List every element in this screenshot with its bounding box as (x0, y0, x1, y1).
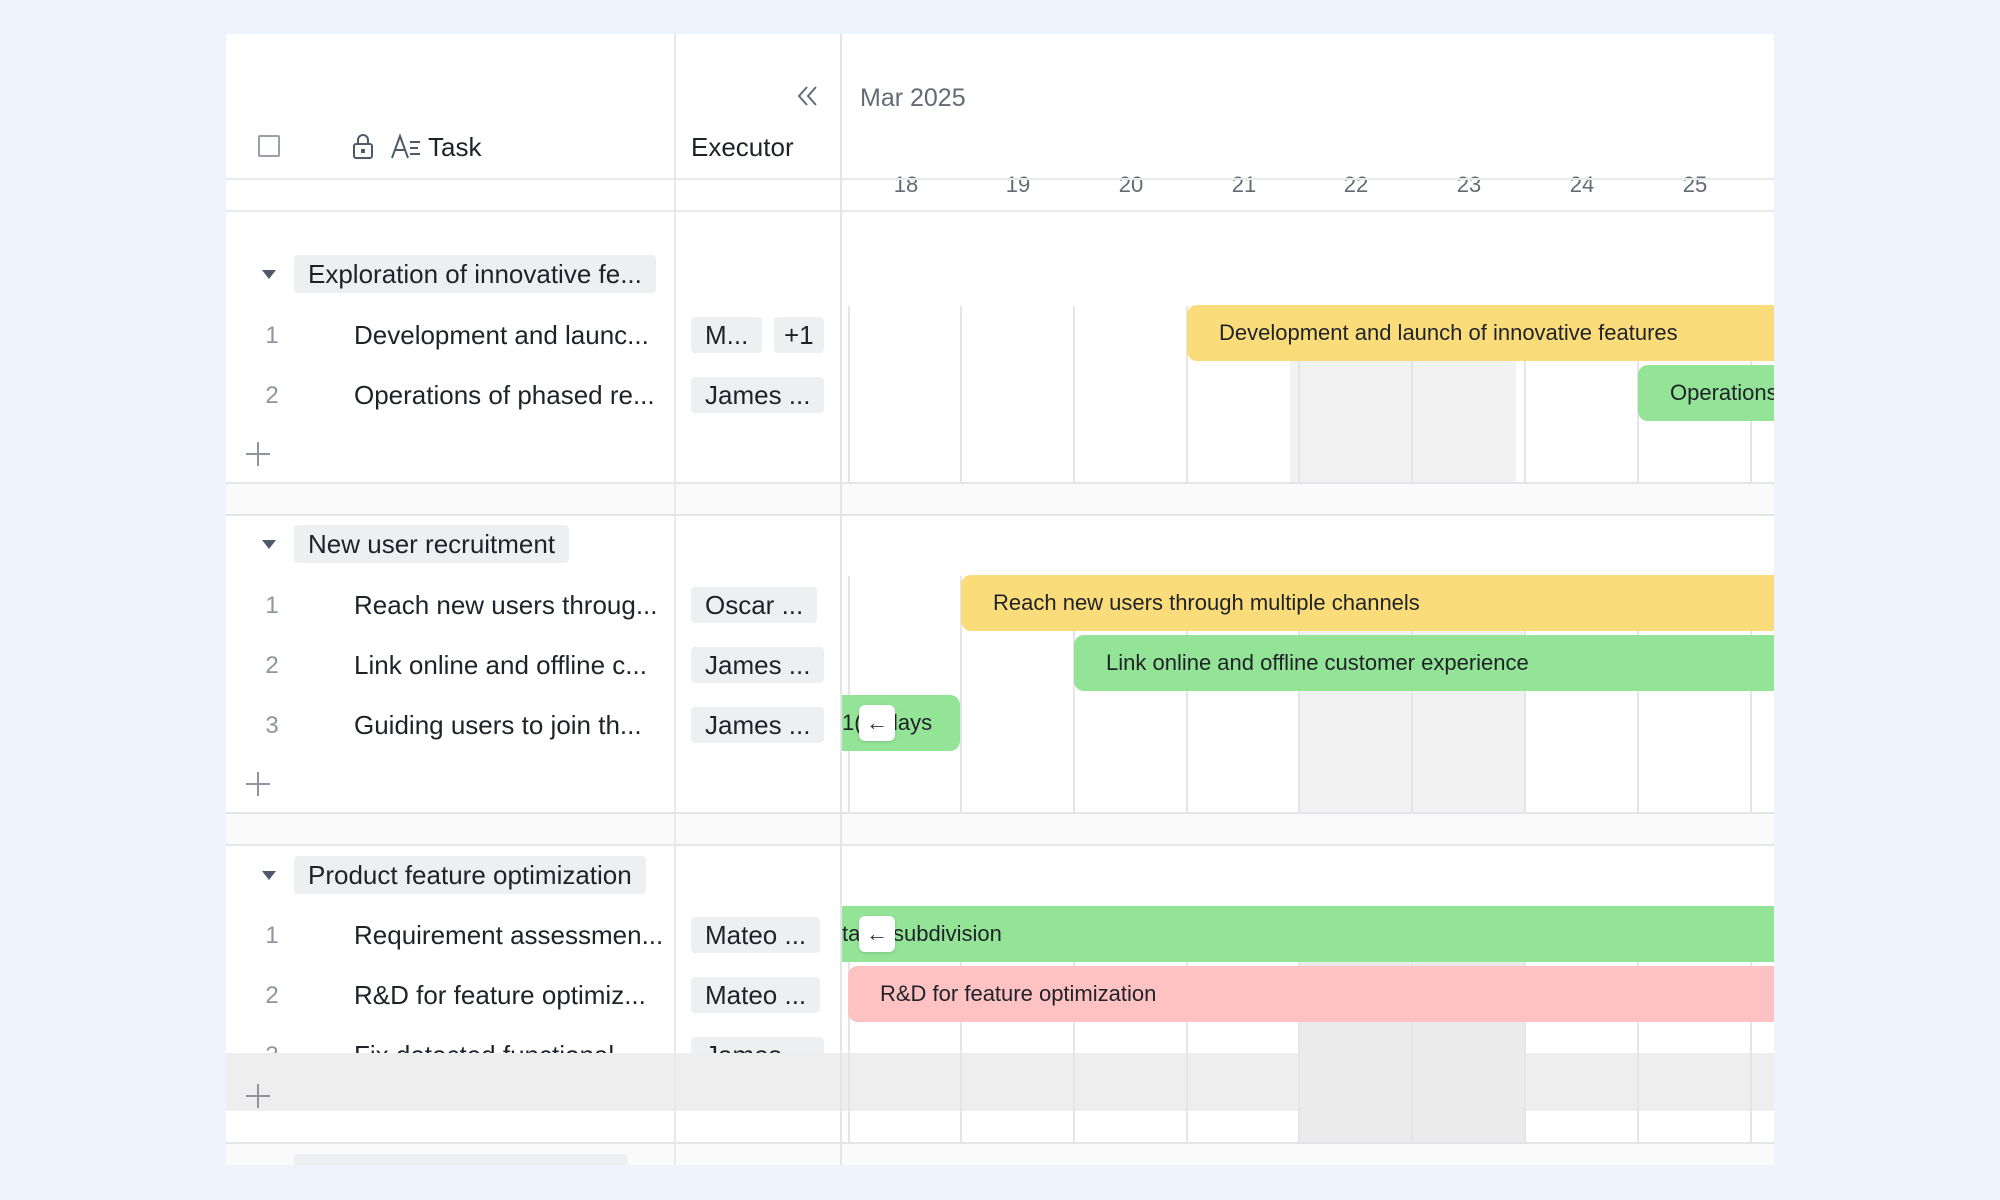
lock-icon (353, 134, 373, 159)
date-label: 21 (1231, 172, 1257, 197)
group-title-partial[interactable] (294, 1154, 628, 1165)
row-number: 1 (265, 322, 279, 349)
row-number: 1 (265, 592, 279, 619)
day-gridline (848, 576, 850, 812)
task-title[interactable]: Development and launc... (354, 320, 649, 351)
task-bar[interactable]: Development and launch of innovative fea… (1187, 305, 1774, 361)
gantt-view: Task Executor Exploration of innovative … (226, 34, 1774, 1165)
header-divider (842, 178, 1774, 180)
group-gap (226, 484, 840, 514)
task-title[interactable]: R&D for feature optimiz... (354, 980, 646, 1011)
day-gridline (960, 306, 962, 482)
task-bar[interactable]: R&D for feature optimization (848, 966, 1774, 1022)
add-row-hover[interactable] (226, 1053, 840, 1111)
day-gridline (1073, 306, 1075, 482)
row-number: 2 (265, 382, 279, 409)
executor-chip[interactable]: Oscar ... (691, 587, 818, 623)
arrow-left-icon[interactable]: ← (859, 705, 895, 741)
executor-chip[interactable]: James ... (691, 377, 825, 413)
executor-chip[interactable]: Mateo ... (691, 917, 821, 953)
header-divider (226, 178, 840, 180)
group-title[interactable]: Product feature optimization (294, 856, 646, 894)
date-label: 25 (1682, 172, 1708, 197)
executor-more-chip[interactable]: +1 (774, 317, 824, 353)
date-label: 23 (1456, 172, 1482, 197)
date-label: 19 (1005, 172, 1031, 197)
task-title[interactable]: Reach new users throug... (354, 590, 658, 621)
group-gap (842, 484, 1774, 514)
task-table: Task Executor Exploration of innovative … (226, 34, 842, 1165)
task-title[interactable]: Requirement assessmen... (354, 920, 663, 951)
row-number: 2 (265, 982, 279, 1009)
double-chevron-left-icon[interactable] (794, 82, 822, 110)
row-number: 3 (265, 712, 279, 739)
column-divider[interactable] (674, 34, 676, 1165)
task-title[interactable]: Guiding users to join th... (354, 710, 642, 741)
text-field-icon (391, 133, 420, 159)
date-label: 24 (1569, 172, 1595, 197)
bar-label-right: lays (893, 710, 933, 735)
select-all-checkbox[interactable] (258, 135, 280, 157)
task-title[interactable]: Link online and offline c... (354, 650, 647, 681)
task-bar[interactable]: Link online and offline customer experie… (1074, 635, 1774, 691)
bar-label-right: subdivision (893, 921, 1002, 946)
caret-down-icon[interactable] (262, 270, 276, 279)
header-divider (842, 210, 1774, 212)
plus-icon[interactable] (244, 440, 272, 468)
group-gap (842, 814, 1774, 844)
group-title[interactable]: Exploration of innovative fe... (294, 255, 656, 293)
row-number: 1 (265, 922, 279, 949)
arrow-left-icon[interactable]: ← (859, 916, 895, 952)
caret-down-icon[interactable] (262, 540, 276, 549)
plus-icon[interactable] (244, 770, 272, 798)
row-number: 2 (265, 652, 279, 679)
day-gridline (848, 306, 850, 482)
task-column-header[interactable]: Task (428, 132, 481, 163)
task-title[interactable]: Operations of phased re... (354, 380, 655, 411)
task-bar[interactable]: Operations (1638, 365, 1774, 421)
group-gap (226, 814, 840, 844)
header-divider (226, 210, 840, 212)
date-label: 22 (1343, 172, 1369, 197)
group-divider (842, 514, 1774, 516)
executor-column-header[interactable]: Executor (691, 132, 794, 163)
timeline: Mar 2025 18 19 20 21 22 23 24 25 Develop… (842, 34, 1774, 1165)
date-label: 20 (1118, 172, 1144, 197)
bar-label-left: ta (842, 921, 861, 946)
task-bar-offscreen[interactable]: ta subdivision (842, 906, 1774, 962)
executor-chip[interactable]: James ... (691, 707, 825, 743)
group-title[interactable]: New user recruitment (294, 525, 570, 563)
caret-down-icon[interactable] (262, 871, 276, 880)
month-label: Mar 2025 (860, 84, 966, 112)
task-bar[interactable]: Reach new users through multiple channel… (961, 575, 1774, 631)
plus-icon[interactable] (244, 1082, 272, 1110)
group-divider (226, 844, 840, 846)
group-divider (842, 844, 1774, 846)
group-divider (226, 514, 840, 516)
executor-chip[interactable]: Mateo ... (691, 977, 821, 1013)
executor-chip[interactable]: M... (691, 317, 763, 353)
date-label: 18 (893, 172, 919, 197)
group-gap (842, 1144, 1774, 1165)
executor-chip[interactable]: James ... (691, 647, 825, 683)
